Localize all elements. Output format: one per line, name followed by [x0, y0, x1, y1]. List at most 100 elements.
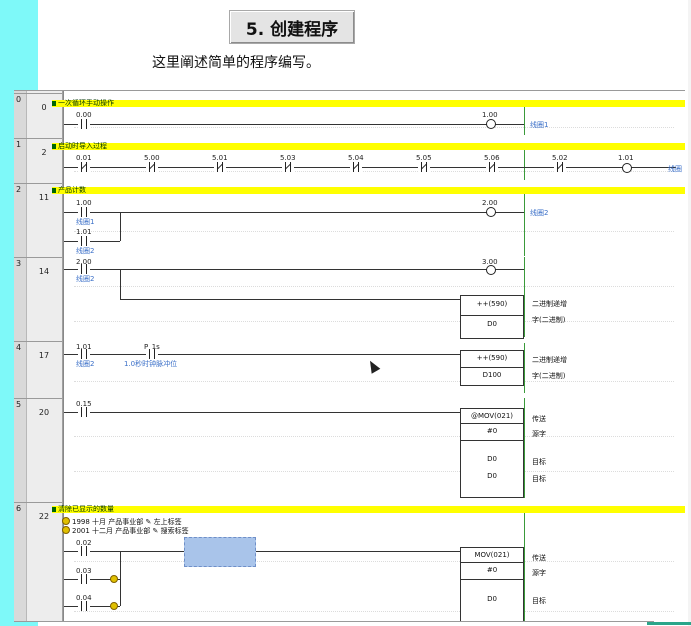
branch-wire	[120, 212, 121, 241]
grid-line	[74, 471, 674, 472]
note-marker-icon	[110, 602, 118, 610]
rung-index: 5	[16, 400, 22, 409]
grid-line	[74, 171, 674, 172]
wire	[64, 241, 120, 242]
output-coil[interactable]	[486, 207, 496, 217]
contact-label: 线圈1	[76, 218, 95, 226]
grid-line	[74, 561, 674, 562]
selection-cursor[interactable]	[184, 537, 256, 567]
wire	[64, 212, 524, 213]
function-operand: D100	[482, 371, 502, 379]
contact-nc[interactable]	[78, 162, 90, 172]
contact-address: 5.04	[348, 154, 364, 162]
rung-comment: 产品计数	[58, 186, 86, 194]
contact-nc[interactable]	[418, 162, 430, 172]
function-desc: 传送	[532, 415, 546, 423]
coil-label: 线圈2	[530, 209, 549, 217]
contact-no[interactable]	[78, 546, 90, 556]
rung-comment-bar[interactable]	[52, 100, 685, 107]
rung-comment-bar[interactable]	[52, 506, 685, 513]
grid-line	[74, 321, 674, 322]
contact-no[interactable]	[78, 236, 90, 246]
function-dest: D0	[487, 455, 497, 463]
contact-nc[interactable]	[214, 162, 226, 172]
function-name: ++(590)	[476, 300, 508, 308]
contact-no[interactable]	[78, 574, 90, 584]
rung-index: 6	[16, 504, 22, 513]
rung-step: 22	[38, 512, 50, 521]
contact-nc[interactable]	[554, 162, 566, 172]
contact-no[interactable]	[78, 349, 90, 359]
contact-no[interactable]	[78, 119, 90, 129]
contact-nc[interactable]	[282, 162, 294, 172]
contact-no[interactable]	[78, 407, 90, 417]
coil-address: 1.00	[482, 111, 498, 119]
function-desc: 二进制递增	[532, 356, 567, 364]
rung-comment: 清除已显示的数量	[58, 505, 114, 513]
function-block-increment[interactable]: ++(590) D100	[460, 350, 524, 386]
output-coil[interactable]	[622, 163, 632, 173]
page-subtitle: 这里阐述简单的程序编写。	[152, 55, 320, 71]
function-desc: 源字	[532, 569, 546, 577]
rung-comment-bar[interactable]	[52, 187, 685, 194]
rung-separator	[14, 398, 62, 399]
function-desc: 目标	[532, 475, 546, 483]
contact-label: 线圈2	[76, 275, 95, 283]
rung-step: 14	[38, 267, 50, 276]
note-marker-icon	[62, 526, 70, 534]
function-operand: D0	[487, 320, 497, 328]
contact-nc[interactable]	[146, 162, 158, 172]
function-block-increment[interactable]: ++(590) D0	[460, 295, 524, 339]
function-block-move[interactable]: MOV(021) #0 D0	[460, 547, 524, 622]
ladder-editor[interactable]: 0 0 一次循环手动操作 0.00 1.00 线圈1 1 2 启动时导入过程 0…	[14, 90, 685, 622]
right-power-rail	[524, 107, 525, 135]
contact-nc[interactable]	[486, 162, 498, 172]
wire	[64, 269, 524, 270]
rung-separator	[14, 183, 62, 184]
right-power-rail	[524, 257, 525, 337]
editor-bottom-border	[14, 621, 654, 622]
teal-accent-line	[647, 622, 691, 625]
coil-label: 线圈1	[530, 121, 549, 129]
function-source: #0	[486, 566, 498, 574]
grid-line	[74, 286, 674, 287]
rung-separator	[14, 502, 62, 503]
right-power-rail	[524, 150, 525, 180]
function-name: ++(590)	[476, 354, 508, 362]
function-desc: 传送	[532, 554, 546, 562]
coil-address: 2.00	[482, 199, 498, 207]
function-desc: 二进制递增	[532, 300, 567, 308]
rung-note: 2001 十二月 产品事业部 ✎ 搜索标签	[72, 527, 189, 535]
wire	[64, 551, 460, 552]
rung-index: 0	[16, 95, 22, 104]
rung-step: 17	[38, 351, 50, 360]
function-name: MOV(021)	[474, 551, 510, 559]
note-marker-icon	[62, 517, 70, 525]
contact-address: 5.02	[552, 154, 568, 162]
function-desc: 字(二进制)	[532, 316, 566, 324]
rung-separator	[14, 93, 62, 94]
page-title-button[interactable]: 5. 创建程序	[229, 10, 355, 44]
contact-no[interactable]	[78, 264, 90, 274]
left-power-rail	[63, 91, 64, 622]
contact-no[interactable]	[146, 349, 158, 359]
contact-no[interactable]	[78, 207, 90, 217]
function-desc: 字(二进制)	[532, 372, 566, 380]
output-coil[interactable]	[486, 119, 496, 129]
rung-comment-bar[interactable]	[52, 143, 685, 150]
function-block-move[interactable]: @MOV(021) #0 D0 D0	[460, 408, 524, 498]
contact-no[interactable]	[78, 601, 90, 611]
contact-nc[interactable]	[350, 162, 362, 172]
branch-wire	[120, 269, 121, 299]
right-power-rail	[524, 194, 525, 256]
coil-address: 1.01	[618, 154, 634, 162]
contact-address: 1.01	[76, 228, 92, 236]
right-power-rail	[524, 513, 525, 622]
output-coil[interactable]	[486, 265, 496, 275]
function-name: @MOV(021)	[470, 412, 514, 420]
rung-index: 3	[16, 259, 22, 268]
rung-index-gutter	[14, 91, 27, 622]
contact-label: 线圈2	[76, 247, 95, 255]
wire	[64, 354, 460, 355]
rung-index: 1	[16, 140, 22, 149]
